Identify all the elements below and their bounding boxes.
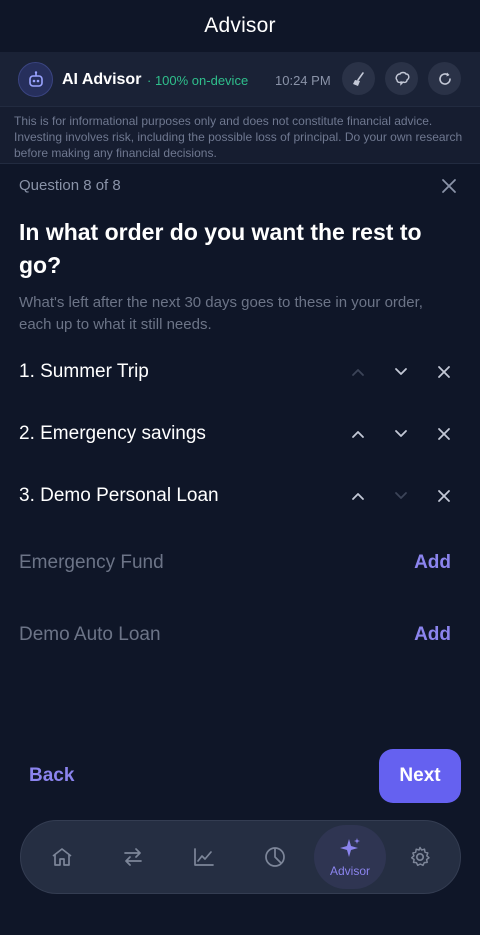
- robot-icon: [18, 62, 53, 97]
- item-label: 1. Summer Trip: [19, 361, 149, 382]
- move-down-button[interactable]: [389, 484, 413, 508]
- chevron-up-icon: [352, 369, 364, 376]
- chevron-up-icon: [352, 431, 364, 438]
- close-icon: [438, 428, 450, 440]
- move-up-button[interactable]: [346, 360, 370, 384]
- move-down-button[interactable]: [389, 360, 413, 384]
- question-counter: Question 8 of 8: [19, 177, 121, 194]
- ordered-item: 2. Emergency savings: [0, 414, 480, 454]
- item-label: 2. Emergency savings: [19, 423, 206, 444]
- clear-chat-button[interactable]: [342, 62, 375, 95]
- message-time: 10:24 PM: [275, 73, 331, 88]
- screen-title: Advisor: [204, 14, 276, 37]
- item-label: Demo Auto Loan: [19, 624, 161, 645]
- close-icon: [438, 490, 450, 502]
- close-icon: [438, 366, 450, 378]
- advisor-name: AI Advisor: [62, 71, 142, 88]
- ordered-item: 1. Summer Trip: [0, 352, 480, 392]
- tab-investments[interactable]: [169, 821, 239, 893]
- disclaimer-text: This is for informational purposes only …: [0, 107, 480, 164]
- sparkle-icon: [340, 838, 360, 857]
- broom-icon: [352, 71, 364, 86]
- available-item: Emergency Fund Add: [0, 543, 480, 583]
- move-up-button[interactable]: [346, 484, 370, 508]
- transfer-icon: [124, 848, 142, 866]
- back-button[interactable]: Back: [29, 765, 74, 787]
- chevron-down-icon: [395, 430, 407, 437]
- remove-item-button[interactable]: [432, 360, 456, 384]
- tab-label: Advisor: [329, 864, 370, 878]
- tab-transfers[interactable]: [98, 821, 168, 893]
- remove-item-button[interactable]: [432, 484, 456, 508]
- gear-icon: [410, 846, 430, 867]
- home-icon: [52, 848, 72, 866]
- add-button[interactable]: Add: [414, 624, 451, 646]
- refresh-button[interactable]: [428, 62, 461, 95]
- chevron-down-icon: [395, 368, 407, 375]
- item-label: 3. Demo Personal Loan: [19, 485, 219, 506]
- on-device-status: · 100% on-device: [147, 73, 249, 88]
- ordered-item: 3. Demo Personal Loan: [0, 476, 480, 516]
- refresh-icon: [438, 72, 451, 85]
- remove-item-button[interactable]: [432, 422, 456, 446]
- bottom-tab-bar: Advisor: [20, 820, 461, 894]
- next-button[interactable]: Next: [379, 749, 461, 803]
- close-icon: [442, 179, 456, 193]
- trend-icon: [194, 848, 214, 866]
- close-button[interactable]: [438, 175, 460, 197]
- item-label: Emergency Fund: [19, 552, 164, 573]
- top-bar: Advisor: [0, 0, 480, 52]
- tab-settings[interactable]: [385, 821, 455, 893]
- brain-icon: [395, 71, 409, 86]
- move-up-button[interactable]: [346, 422, 370, 446]
- pie-icon: [265, 847, 285, 867]
- tab-budget[interactable]: [240, 821, 310, 893]
- available-item: Demo Auto Loan Add: [0, 615, 480, 655]
- chevron-up-icon: [352, 493, 364, 500]
- tab-advisor[interactable]: Advisor: [314, 825, 386, 889]
- question-subtitle: What's left after the next 30 days goes …: [19, 294, 423, 333]
- chevron-down-icon: [395, 492, 407, 499]
- add-button[interactable]: Add: [414, 552, 451, 574]
- memory-button[interactable]: [385, 62, 418, 95]
- move-down-button[interactable]: [389, 422, 413, 446]
- question-title: In what order do you want the rest to go…: [19, 219, 422, 278]
- tab-home[interactable]: [27, 821, 97, 893]
